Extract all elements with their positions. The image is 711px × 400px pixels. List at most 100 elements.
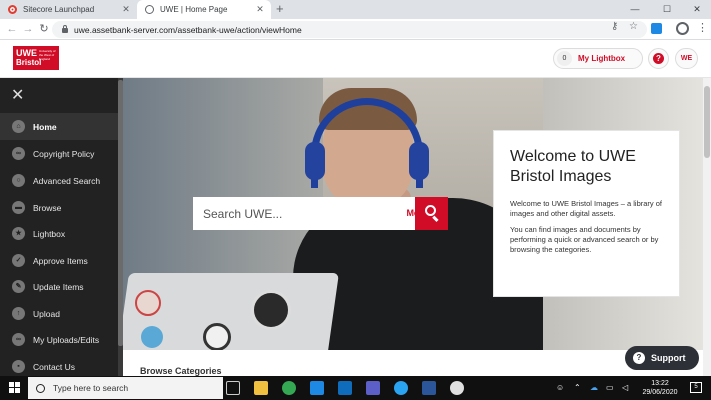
- outlook-icon[interactable]: [338, 381, 352, 395]
- close-tab-icon[interactable]: ✕: [253, 4, 267, 15]
- sidebar-item-copyright-policy[interactable]: ∞ Copyright Policy: [0, 140, 118, 167]
- lock-icon: [62, 25, 68, 33]
- sidebar-item-label: Advanced Search: [33, 175, 101, 186]
- search-button[interactable]: [415, 197, 448, 230]
- search-icon-handle: [432, 215, 439, 223]
- globe-favicon-icon: [145, 5, 154, 14]
- file-explorer-icon[interactable]: [254, 381, 268, 395]
- tab-title: Sitecore Launchpad: [23, 5, 95, 14]
- close-tab-icon[interactable]: ✕: [119, 4, 133, 15]
- link-icon: ∞: [12, 333, 25, 346]
- home-icon: ⌂: [12, 120, 25, 133]
- taskbar-clock[interactable]: 13:22 29/06/2020: [640, 379, 680, 397]
- hero-photo-sticker: [251, 290, 291, 330]
- chrome-icon[interactable]: [282, 381, 296, 395]
- sidebar-item-label: Update Items: [33, 281, 84, 292]
- people-icon[interactable]: ☺: [556, 383, 564, 392]
- logo-line2: Bristol: [16, 58, 42, 67]
- help-button[interactable]: ?: [648, 48, 669, 69]
- teams-icon[interactable]: [366, 381, 380, 395]
- windows-taskbar: Type here to search ☺ ⌃ ☁ ▭ ◁ 13:22 29/0…: [0, 376, 711, 400]
- sidebar-item-label: Upload: [33, 308, 60, 319]
- clock-date: 29/06/2020: [642, 389, 678, 396]
- new-tab-icon[interactable]: +: [276, 1, 284, 16]
- lightbox-count-badge: 0: [557, 51, 572, 66]
- hero-photo-sticker: [135, 290, 161, 316]
- maximize-icon[interactable]: ☐: [652, 0, 682, 19]
- folder-icon: ▬: [12, 201, 25, 214]
- quick-search-input[interactable]: Search UWE... More ⌄: [193, 197, 448, 230]
- extension-icon[interactable]: [651, 23, 662, 34]
- reload-icon[interactable]: ↻: [37, 22, 51, 36]
- notification-center-icon[interactable]: 5: [690, 382, 702, 393]
- browser-tab-sitecore[interactable]: Sitecore Launchpad ✕: [0, 0, 137, 19]
- support-label: Support: [651, 353, 686, 363]
- star-icon: ★: [12, 227, 25, 240]
- close-sidebar-icon[interactable]: ✕: [11, 87, 24, 105]
- task-view-icon[interactable]: [226, 381, 240, 395]
- link-icon: ∞: [12, 147, 25, 160]
- app-header: UWE Bristol University of the West of En…: [0, 40, 711, 78]
- taskbar-search-placeholder: Type here to search: [53, 383, 129, 393]
- search-placeholder: Search UWE...: [203, 206, 283, 221]
- sidebar-item-advanced-search[interactable]: ○ Advanced Search: [0, 167, 118, 194]
- windows-start-icon[interactable]: [9, 382, 21, 394]
- sidebar-item-label: Lightbox: [33, 228, 66, 239]
- skype-icon[interactable]: [394, 381, 408, 395]
- sidebar: ✕ ⌂ Home ∞ Copyright Policy ○ Advanced S…: [0, 78, 123, 376]
- user-menu-button[interactable]: WE: [675, 48, 698, 69]
- search-icon: [425, 205, 436, 216]
- browser-tab-uwe-home[interactable]: UWE | Home Page ✕: [137, 0, 271, 19]
- hero-photo-sticker: [203, 323, 231, 350]
- lightbox-label: My Lightbox: [578, 54, 626, 63]
- address-bar[interactable]: uwe.assetbank-server.com/assetbank-uwe/a…: [52, 21, 647, 38]
- word-icon[interactable]: [422, 381, 436, 395]
- minimize-icon[interactable]: —: [620, 0, 650, 19]
- uwe-bristol-logo[interactable]: UWE Bristol University of the West of En…: [13, 46, 59, 70]
- sidebar-item-update-items[interactable]: ✎ Update Items: [0, 273, 118, 300]
- chevron-up-icon[interactable]: ⌃: [574, 383, 581, 392]
- sidebar-item-label: Copyright Policy: [33, 148, 95, 159]
- edge-icon[interactable]: [310, 381, 324, 395]
- app-icon[interactable]: [450, 381, 464, 395]
- bookmark-star-icon[interactable]: ☆: [629, 21, 638, 32]
- menu-dots-icon[interactable]: ⋮: [697, 21, 708, 34]
- sidebar-item-label: My Uploads/Edits: [33, 334, 100, 345]
- forward-icon[interactable]: →: [21, 22, 35, 36]
- help-icon: ?: [653, 53, 664, 64]
- profile-icon[interactable]: [676, 22, 689, 35]
- sidebar-item-label: Contact Us: [33, 361, 76, 372]
- sidebar-item-browse[interactable]: ▬ Browse: [0, 194, 118, 221]
- chat-icon: ▪: [12, 360, 25, 373]
- logo-tagline: University of the West of England: [39, 49, 56, 61]
- sidebar-item-approve-items[interactable]: ✓ Approve Items: [0, 247, 118, 274]
- support-button[interactable]: ? Support: [625, 346, 699, 370]
- onedrive-icon[interactable]: ☁: [590, 383, 598, 392]
- page-scrollbar-thumb[interactable]: [704, 86, 710, 158]
- volume-icon[interactable]: ◁: [622, 383, 628, 392]
- welcome-paragraph-1: Welcome to UWE Bristol Images – a librar…: [510, 199, 662, 218]
- sidebar-item-lightbox[interactable]: ★ Lightbox: [0, 220, 118, 247]
- close-window-icon[interactable]: ✕: [682, 0, 711, 19]
- back-icon[interactable]: ←: [5, 22, 19, 36]
- browser-tab-strip: Sitecore Launchpad ✕ UWE | Home Page ✕ +…: [0, 0, 711, 19]
- hero-photo-sticker: [141, 326, 163, 348]
- check-icon: ✓: [12, 254, 25, 267]
- help-icon: ?: [633, 352, 645, 364]
- welcome-title: Welcome to UWE Bristol Images: [510, 148, 636, 185]
- sidebar-item-label: Home: [33, 121, 57, 132]
- sidebar-item-home[interactable]: ⌂ Home: [0, 113, 118, 140]
- my-lightbox-button[interactable]: 0 My Lightbox: [553, 48, 643, 69]
- key-icon[interactable]: ⚷: [611, 21, 618, 32]
- sidebar-item-upload[interactable]: ↑ Upload: [0, 300, 118, 327]
- sidebar-item-label: Browse: [33, 202, 62, 213]
- hero-banner: Search UWE... More ⌄ Welcome to UWE Bris…: [123, 78, 703, 350]
- browser-toolbar: ← → ↻ uwe.assetbank-server.com/assetbank…: [0, 19, 711, 40]
- taskbar-search-input[interactable]: Type here to search: [28, 377, 223, 399]
- logo-line1: UWE: [16, 48, 37, 58]
- sidebar-item-my-uploads-edits[interactable]: ∞ My Uploads/Edits: [0, 326, 118, 353]
- clock-time: 13:22: [651, 380, 669, 387]
- network-icon[interactable]: ▭: [606, 383, 614, 392]
- search-icon: [36, 383, 45, 393]
- welcome-paragraph-2: You can find images and documents by per…: [510, 225, 659, 254]
